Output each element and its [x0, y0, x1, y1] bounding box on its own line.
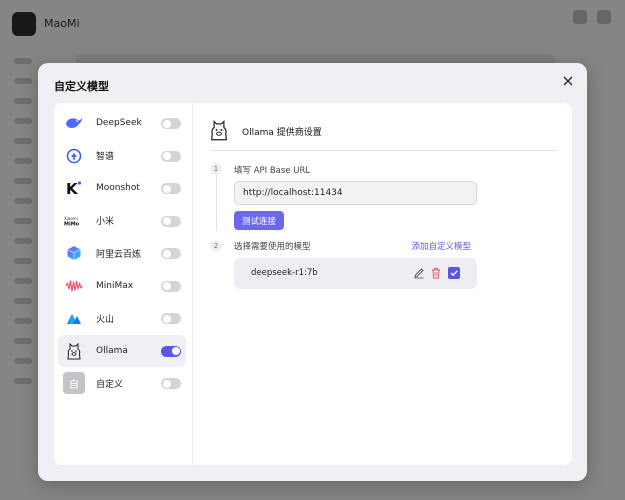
provider-label: 火山 [96, 314, 115, 325]
model-name: deepseek-r1:7b [251, 268, 318, 278]
provider-toggle[interactable] [161, 215, 181, 227]
provider-toggle[interactable] [161, 183, 181, 195]
provider-label: 智谱 [96, 152, 115, 163]
provider-label: 小米 [96, 217, 115, 228]
provider-toggle[interactable] [161, 118, 181, 130]
api-base-url-input[interactable] [234, 181, 477, 205]
ollama-llama-icon [63, 340, 85, 362]
dialog-title: 自定义模型 [54, 80, 109, 93]
provider-item-volcano[interactable]: 火山 [58, 302, 186, 335]
provider-label: Moonshot [96, 183, 140, 194]
edit-pencil-icon[interactable] [413, 267, 425, 279]
provider-toggle[interactable] [161, 280, 181, 292]
custom-provider-icon: 自 [63, 372, 85, 395]
provider-toggle[interactable] [161, 378, 181, 390]
provider-item-zhipu[interactable]: 智谱 [58, 140, 186, 173]
provider-label: 阿里云百炼 [96, 249, 142, 260]
volcano-mountain-icon [63, 307, 85, 329]
provider-toggle[interactable] [161, 150, 181, 162]
xiaomi-mimo-icon: Xiaomi MiMo [63, 210, 85, 232]
deepseek-whale-icon [63, 112, 85, 134]
step-1-badge: 1 [210, 163, 222, 175]
provider-item-deepseek[interactable]: DeepSeek [58, 107, 186, 140]
moonshot-k-icon: K [63, 177, 85, 199]
provider-item-xiaomi[interactable]: Xiaomi MiMo 小米 [58, 205, 186, 238]
provider-item-custom[interactable]: 自 自定义 [58, 367, 186, 400]
settings-header: Ollama 提供商设置 [210, 117, 557, 151]
bailian-cube-icon [63, 242, 85, 264]
close-icon[interactable] [559, 72, 577, 90]
provider-toggle[interactable] [161, 313, 181, 325]
provider-label: 自定义 [96, 379, 124, 390]
dialog-body: DeepSeek 智谱 K Moonshot Xiaomi MiMo 小米 阿里… [54, 103, 572, 465]
zhipu-icon [63, 145, 85, 167]
provider-toggle[interactable] [161, 345, 181, 357]
provider-toggle[interactable] [161, 248, 181, 260]
svg-text:Xiaomi: Xiaomi [64, 216, 78, 221]
svg-text:K: K [66, 180, 79, 196]
settings-title: Ollama 提供商设置 [242, 128, 322, 138]
step-2-label: 选择需要使用的模型 [234, 242, 311, 252]
provider-item-moonshot[interactable]: K Moonshot [58, 172, 186, 205]
provider-item-bailian[interactable]: 阿里云百炼 [58, 237, 186, 270]
provider-label: Ollama [96, 345, 128, 356]
provider-settings-panel: Ollama 提供商设置 1 填写 API Base URL 测试连接 2 选择… [194, 103, 572, 465]
custom-model-dialog: 自定义模型 DeepSeek 智谱 K Moonshot Xiaomi MiMo… [38, 63, 587, 481]
test-connection-button[interactable]: 测试连接 [234, 211, 284, 230]
step-1-label: 填写 API Base URL [234, 166, 311, 176]
delete-trash-icon[interactable] [430, 267, 442, 279]
add-custom-model-link[interactable]: 添加自定义模型 [411, 240, 471, 252]
provider-item-ollama[interactable]: Ollama [58, 334, 186, 367]
provider-item-minimax[interactable]: MiniMax [58, 270, 186, 303]
minimax-wave-icon [63, 275, 85, 297]
ollama-llama-icon [210, 119, 228, 141]
svg-text:MiMo: MiMo [64, 221, 80, 227]
provider-label: DeepSeek [96, 118, 142, 129]
model-item: deepseek-r1:7b [234, 258, 477, 289]
provider-label: MiniMax [96, 280, 134, 291]
model-enabled-checkbox[interactable] [448, 267, 460, 279]
provider-list: DeepSeek 智谱 K Moonshot Xiaomi MiMo 小米 阿里… [54, 103, 193, 465]
step-connector [215, 173, 217, 231]
step-2-badge: 2 [210, 240, 222, 252]
